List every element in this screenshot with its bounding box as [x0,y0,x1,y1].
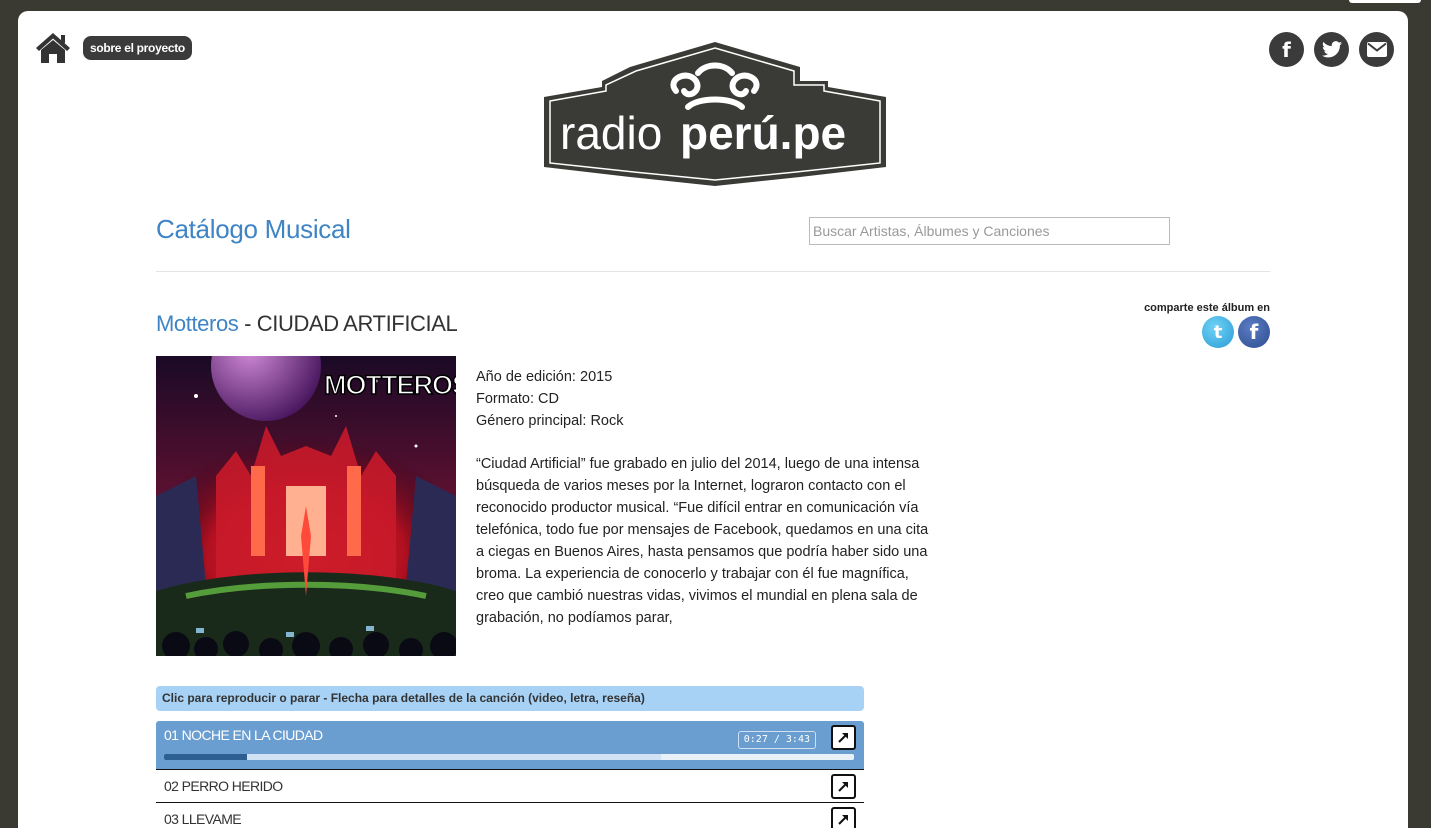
format-label: Formato: [476,391,535,407]
logo-text-regular: radio [560,107,662,159]
arrow-up-right-icon [838,782,848,792]
format-value: CD [538,391,559,407]
share-facebook-icon[interactable]: f [1238,316,1270,348]
format-line: Formato: CD [476,388,624,410]
track-title: 02 PERRO HERIDO [164,778,283,794]
track-details-button[interactable] [831,774,856,799]
arrow-up-right-icon [838,815,848,825]
share-twitter-icon[interactable]: t [1202,316,1234,348]
genre-label: Género principal: [476,413,587,429]
track-title: 01 NOCHE EN LA CIUDAD [164,727,323,743]
track-details-button[interactable] [831,725,856,750]
top-tab [1349,0,1421,3]
genre-value: Rock [590,413,624,429]
album-description: “Ciudad Artificial” fue grabado en julio… [476,456,929,626]
player-instructions: Clic para reproducir o parar - Flecha pa… [156,686,864,711]
facebook-icon[interactable]: f [1269,32,1304,67]
email-icon[interactable] [1359,32,1394,67]
year-value: 2015 [580,369,613,385]
social-links: f [1269,32,1394,67]
year-line: Año de edición: 2015 [476,366,624,388]
arrow-up-right-icon [838,733,848,743]
genre-line: Género principal: Rock [476,410,624,432]
page-container: sobre el proyecto radio perú.pe f Catálo… [18,11,1408,828]
album-metadata: Año de edición: 2015 Formato: CD Género … [476,366,624,432]
share-icons: t f [1144,316,1270,348]
logo-text-bold: perú.pe [680,107,846,159]
track-item[interactable]: 03 LLEVAME [156,803,864,828]
share-label: comparte este álbum en [1144,302,1270,314]
track-time: 0:27 / 3:43 [737,731,816,749]
year-label: Año de edición: [476,369,576,385]
heading-separator: - [238,311,257,336]
track-details-button[interactable] [831,807,856,828]
track-progress-bar[interactable] [164,754,854,760]
radioperu-logo[interactable]: radio perú.pe [538,39,892,189]
share-album: comparte este álbum en t f [1144,302,1270,348]
progress-buffer [660,754,854,760]
page-title: Catálogo Musical [156,214,351,244]
track-item[interactable]: 02 PERRO HERIDO [156,770,864,803]
twitter-icon[interactable] [1314,32,1349,67]
album-heading: Motteros - CIUDAD ARTIFICIAL [156,311,458,337]
artist-link[interactable]: Motteros [156,311,239,336]
divider [156,271,1270,272]
about-project-button[interactable]: sobre el proyecto [83,36,192,60]
track-list: 01 NOCHE EN LA CIUDAD 0:27 / 3:43 02 PER… [156,721,864,828]
album-title: CIUDAD ARTIFICIAL [256,311,458,336]
track-title: 03 LLEVAME [164,811,242,827]
search-input[interactable] [809,217,1170,245]
home-icon[interactable] [34,31,72,65]
track-item-active[interactable]: 01 NOCHE EN LA CIUDAD 0:27 / 3:43 [156,721,864,770]
cover-band-name: MOTTEROS [324,370,456,400]
album-cover: MOTTEROS [156,356,456,656]
progress-fill [164,754,247,760]
